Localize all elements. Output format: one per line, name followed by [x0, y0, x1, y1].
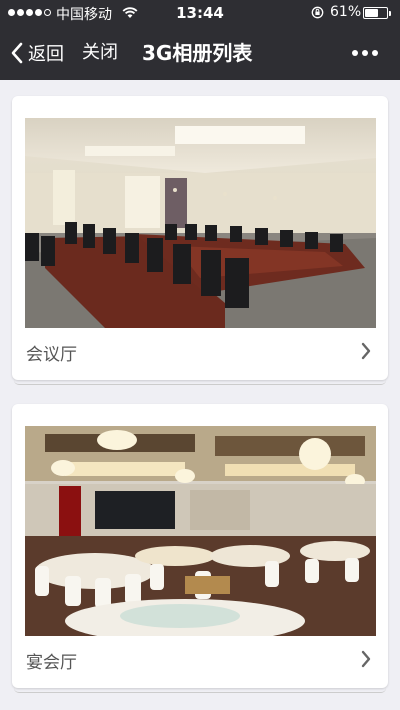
- status-bar: 中国移动 13:44 61%: [0, 0, 400, 26]
- banquet-hall-photo: [25, 426, 376, 636]
- conference-room-photo: [25, 118, 376, 328]
- back-button[interactable]: 返回: [10, 39, 64, 67]
- album-caption: 会议厅: [26, 345, 77, 365]
- album-card-conference-room[interactable]: 会议厅: [12, 96, 388, 385]
- chevron-right-icon: [361, 650, 371, 668]
- battery-percent: 61%: [330, 4, 362, 20]
- battery-icon: [363, 7, 391, 19]
- nav-bar: 返回 关闭 3G相册列表: [0, 26, 400, 80]
- close-button[interactable]: 关闭: [82, 39, 118, 67]
- album-caption: 宴会厅: [26, 653, 77, 673]
- chevron-right-icon: [361, 342, 371, 360]
- rotation-lock-icon: [311, 6, 324, 19]
- page-title: 3G相册列表: [142, 41, 253, 65]
- more-options-button[interactable]: [352, 50, 378, 56]
- back-label: 返回: [28, 44, 64, 65]
- chevron-left-icon: [11, 42, 23, 64]
- album-card-banquet-hall[interactable]: 宴会厅: [12, 404, 388, 693]
